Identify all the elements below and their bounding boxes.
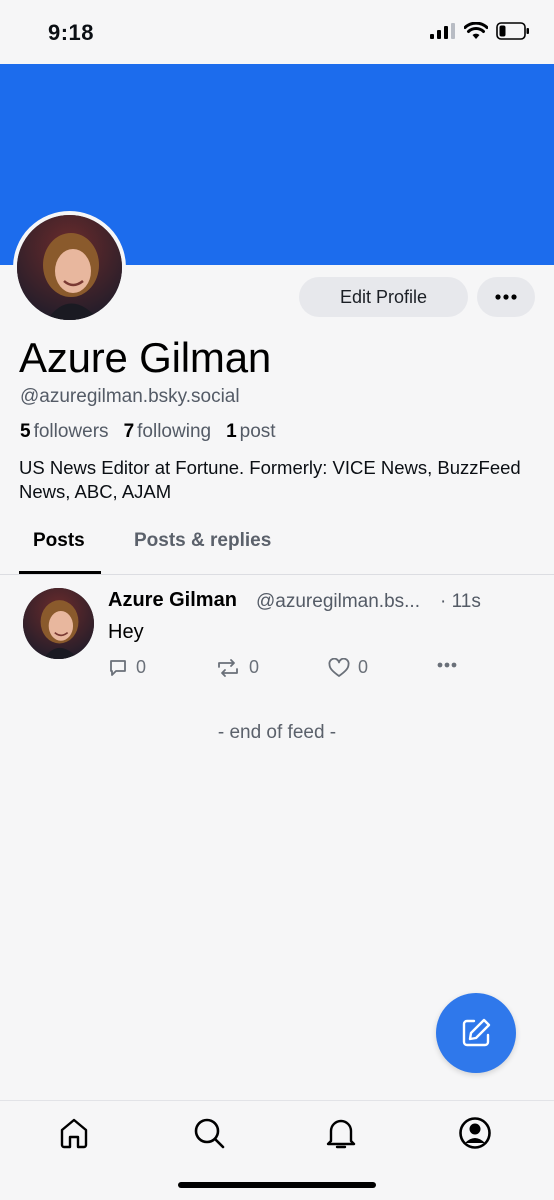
post-timestamp: · 11s [440, 591, 481, 612]
followers-label: followers [33, 421, 109, 442]
heart-icon [328, 657, 350, 677]
posts-stat: 1 post [226, 421, 276, 443]
notifications-icon [326, 1119, 356, 1149]
repost-icon [218, 658, 238, 677]
more-horizontal-icon [495, 294, 517, 300]
edit-profile-button[interactable]: Edit Profile [299, 277, 468, 317]
posts-label: post [239, 421, 276, 442]
reply-count: 0 [136, 657, 147, 677]
profile-icon [459, 1117, 491, 1149]
avatar-photo [17, 215, 122, 320]
active-tab-indicator [19, 571, 101, 574]
repost-count: 0 [249, 657, 260, 677]
like-button[interactable]: 0 [328, 657, 368, 678]
status-time: 9:18 [48, 20, 95, 45]
cellular-signal-icon [430, 23, 455, 39]
nav-home[interactable] [54, 1113, 94, 1153]
followers-stat[interactable]: 5 followers [20, 421, 109, 443]
tab-posts-and-replies[interactable]: Posts & replies [134, 530, 271, 552]
reply-icon [110, 659, 126, 676]
profile-display-name: Azure Gilman [19, 334, 272, 381]
end-of-feed-label: - end of feed - [217, 722, 337, 743]
post-author-avatar[interactable] [23, 588, 94, 659]
home-icon [60, 1118, 88, 1149]
status-bar: 9:18 [0, 0, 554, 64]
post-text: Hey [108, 621, 144, 643]
nav-notifications[interactable] [321, 1113, 361, 1153]
nav-profile[interactable] [455, 1113, 495, 1153]
following-count: 7 [123, 421, 135, 442]
tab-posts[interactable]: Posts [33, 530, 85, 552]
battery-icon [496, 22, 529, 40]
avatar-photo [23, 588, 94, 659]
profile-stats: 5 followers 7 following 1 post [20, 421, 276, 443]
followers-count: 5 [20, 421, 31, 442]
repost-button[interactable]: 0 [215, 657, 259, 678]
more-horizontal-icon [437, 662, 457, 668]
search-icon [194, 1118, 225, 1149]
nav-search[interactable] [189, 1113, 229, 1153]
following-stat[interactable]: 7 following [124, 421, 212, 443]
profile-bio: US News Editor at Fortune. Formerly: VIC… [19, 457, 521, 502]
compose-post-button[interactable] [436, 993, 516, 1073]
post-author-handle[interactable]: @azuregilman.bs... [256, 591, 434, 613]
wifi-icon [464, 22, 488, 39]
status-icons [430, 22, 530, 40]
compose-icon [462, 1018, 491, 1047]
profile-handle: @azuregilman.bsky.social [20, 386, 240, 407]
following-label: following [137, 421, 212, 442]
profile-avatar[interactable] [13, 211, 126, 324]
more-options-button[interactable] [477, 277, 535, 317]
like-count: 0 [358, 657, 369, 677]
reply-button[interactable]: 0 [108, 657, 146, 678]
profile-tabs: Posts Posts & replies [0, 520, 554, 575]
post-author-name[interactable]: Azure Gilman [108, 589, 237, 612]
home-indicator [178, 1182, 376, 1188]
posts-count: 1 [226, 421, 237, 442]
post-more-button[interactable] [437, 662, 457, 668]
